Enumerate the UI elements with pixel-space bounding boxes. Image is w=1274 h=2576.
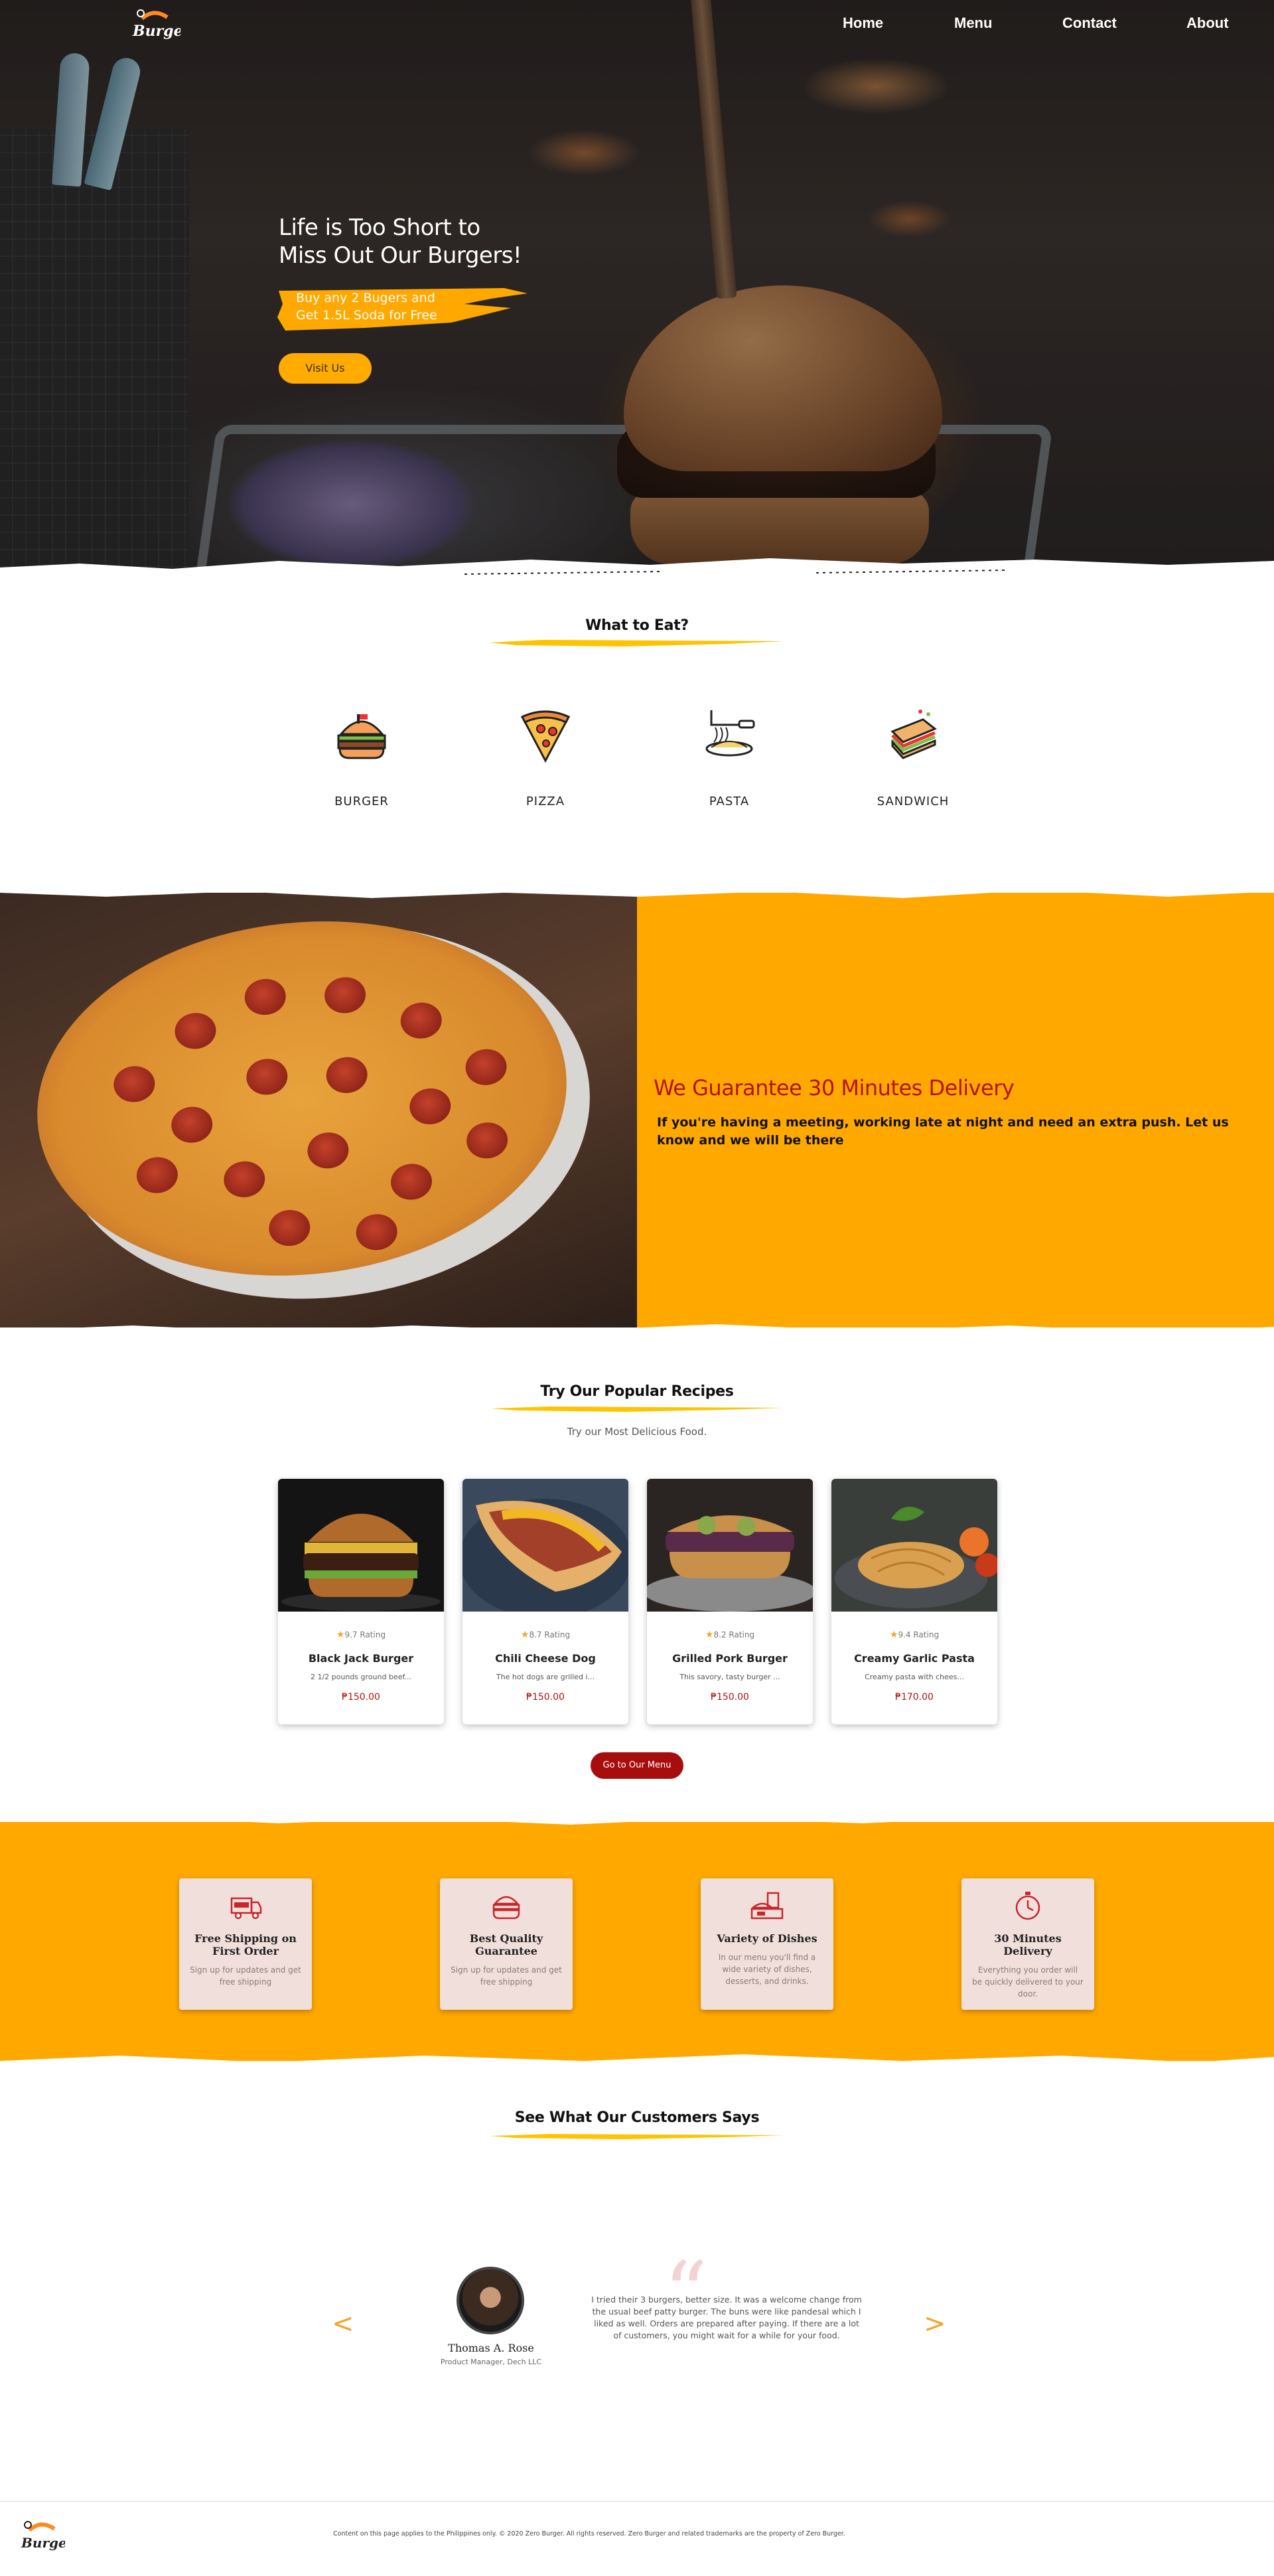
- title-underline: [490, 2134, 784, 2139]
- recipe-name: Creamy Garlic Pasta: [854, 1652, 975, 1665]
- customer-name: Thomas A. Rose: [448, 2342, 534, 2354]
- categories-title: What to Eat?: [585, 617, 689, 634]
- hero-banner: [0, 0, 1274, 584]
- logo-text: Burgers: [132, 23, 180, 40]
- category-burger[interactable]: BURGER: [295, 705, 428, 808]
- star-icon: ★: [705, 1629, 714, 1640]
- footer-divider: [0, 2501, 1274, 2502]
- recipe-price: ₱150.00: [342, 1692, 380, 1703]
- recipe-card[interactable]: ★9.7 Rating Black Jack Burger 2 1/2 poun…: [278, 1479, 444, 1724]
- feature-title: Variety of Dishes: [717, 1932, 817, 1945]
- feature-text: Sign up for updates and get free shippin…: [451, 1965, 562, 1987]
- burger-logo[interactable]: Burgers: [127, 7, 180, 46]
- category-label: SANDWICH: [877, 795, 950, 808]
- pizza-icon: [520, 710, 571, 763]
- feature-card: Free Shipping on First Order Sign up for…: [179, 1878, 312, 2010]
- next-arrow[interactable]: >: [924, 2309, 946, 2339]
- feature-text: In our menu you'll find a wide variety o…: [718, 1953, 816, 1986]
- go-to-menu-button[interactable]: Go to Our Menu: [591, 1752, 683, 1779]
- title-underline: [490, 640, 784, 646]
- recipe-card[interactable]: ★8.7 Rating Chili Cheese Dog The hot dog…: [462, 1479, 628, 1724]
- prev-arrow[interactable]: <: [332, 2309, 354, 2339]
- hero-title-line2: Miss Out Our Burgers!: [279, 242, 522, 269]
- recipe-price: ₱150.00: [526, 1692, 565, 1703]
- hero-title: Life is Too Short to Miss Out Our Burger…: [279, 214, 522, 269]
- feature-text: Sign up for updates and get free shippin…: [190, 1965, 301, 1987]
- recipe-image-chili-cheese-dog: [462, 1479, 628, 1618]
- recipe-image-black-jack-burger: [278, 1479, 444, 1612]
- star-icon: ★: [336, 1629, 345, 1640]
- brush-divider: [0, 1809, 1274, 1825]
- category-pizza[interactable]: PIZZA: [479, 705, 612, 808]
- recipe-price: ₱170.00: [895, 1692, 934, 1703]
- delivery-panel: [637, 893, 1274, 1327]
- recipe-name: Chili Cheese Dog: [495, 1652, 596, 1665]
- hero-title-line1: Life is Too Short to: [279, 214, 480, 241]
- recipe-name: Black Jack Burger: [308, 1652, 414, 1665]
- promo-line1: Buy any 2 Bugers and: [296, 291, 435, 305]
- avatar: [457, 2267, 524, 2334]
- nav-contact[interactable]: Contact: [1062, 15, 1117, 35]
- hero-overlay: [0, 0, 1274, 584]
- testimonial-text: I tried their 3 burgers, better size. It…: [591, 2295, 862, 2340]
- category-pasta[interactable]: PASTA: [663, 705, 796, 808]
- feature-text: Everything you order will be quickly del…: [972, 1965, 1084, 1999]
- rating: ★8.7 Rating: [520, 1629, 571, 1640]
- recipes-subtitle: Try our Most Delicious Food.: [567, 1426, 707, 1438]
- recipes-title: Try Our Popular Recipes: [540, 1383, 734, 1400]
- nav-home[interactable]: Home: [843, 15, 883, 35]
- burger-quality-icon: [492, 1896, 520, 1920]
- feature-card: Variety of Dishes In our menu you'll fin…: [701, 1878, 833, 2010]
- logo-text: Burgers: [21, 2535, 65, 2551]
- rating: ★9.4 Rating: [889, 1629, 940, 1640]
- sandwich-icon: [890, 710, 937, 759]
- delivery-text: If you're having a meeting, working late…: [657, 1115, 1229, 1148]
- footer-text: Content on this page applies to the Phil…: [333, 2530, 845, 2538]
- feature-title: 30 Minutes Delivery: [994, 1932, 1062, 1957]
- visit-us-button[interactable]: Visit Us: [279, 353, 372, 384]
- delivery-title: We Guarantee 30 Minutes Delivery: [654, 1075, 1015, 1100]
- title-underline: [491, 1406, 783, 1412]
- recipe-description: 2 1/2 pounds ground beef...: [310, 1673, 412, 1681]
- category-sandwich[interactable]: SANDWICH: [847, 705, 979, 808]
- feature-card: Best Quality Guarantee Sign up for updat…: [440, 1878, 573, 2010]
- hero-promo: Buy any 2 Bugers and Get 1.5L Soda for F…: [296, 289, 437, 324]
- brush-divider: [0, 2054, 1274, 2074]
- feature-title: Free Shipping on First Order: [194, 1932, 297, 1957]
- recipe-description: This savory, tasty burger ...: [679, 1673, 780, 1681]
- category-label: BURGER: [334, 795, 389, 808]
- dishes-icon: [750, 1892, 784, 1920]
- pizza-image: ▪▪▪: [0, 893, 637, 1327]
- category-label: PASTA: [709, 795, 750, 808]
- nav-menu[interactable]: Menu: [954, 15, 992, 35]
- brush-divider: [0, 879, 1274, 898]
- rating: ★9.7 Rating: [336, 1629, 386, 1640]
- burger-icon: [337, 714, 386, 759]
- recipe-image-grilled-pork-burger: [647, 1479, 813, 1612]
- burger-logo[interactable]: Burgers: [17, 2516, 65, 2558]
- category-label: PIZZA: [526, 795, 565, 808]
- brush-divider: [0, 1324, 1274, 1347]
- recipe-card[interactable]: ★8.2 Rating Grilled Pork Burger This sav…: [647, 1479, 813, 1724]
- recipe-card[interactable]: ★9.4 Rating Creamy Garlic Pasta Creamy p…: [831, 1479, 997, 1724]
- feature-card: 30 Minutes Delivery Everything you order…: [961, 1878, 1094, 2010]
- delivery-truck-icon: [230, 1897, 262, 1920]
- feature-title: Best Quality Guarantee: [469, 1932, 543, 1957]
- recipe-price: ₱150.00: [711, 1692, 749, 1703]
- testimonials-title: See What Our Customers Says: [514, 2109, 760, 2126]
- recipe-description: The hot dogs are grilled i...: [496, 1673, 595, 1681]
- pasta-icon: [705, 710, 755, 757]
- nav-about[interactable]: About: [1186, 15, 1229, 35]
- star-icon: ★: [520, 1629, 530, 1640]
- star-icon: ★: [889, 1629, 898, 1640]
- rating: ★8.2 Rating: [705, 1629, 755, 1640]
- recipe-image-creamy-garlic-pasta: [831, 1479, 997, 1612]
- recipe-name: Grilled Pork Burger: [672, 1652, 788, 1665]
- promo-line2: Get 1.5L Soda for Free: [296, 308, 437, 323]
- recipe-description: Creamy pasta with chees...: [865, 1673, 964, 1681]
- stopwatch-icon: [1015, 1892, 1040, 1920]
- brush-divider: [0, 558, 1274, 601]
- customer-role: Product Manager, Dech LLC: [440, 2358, 542, 2366]
